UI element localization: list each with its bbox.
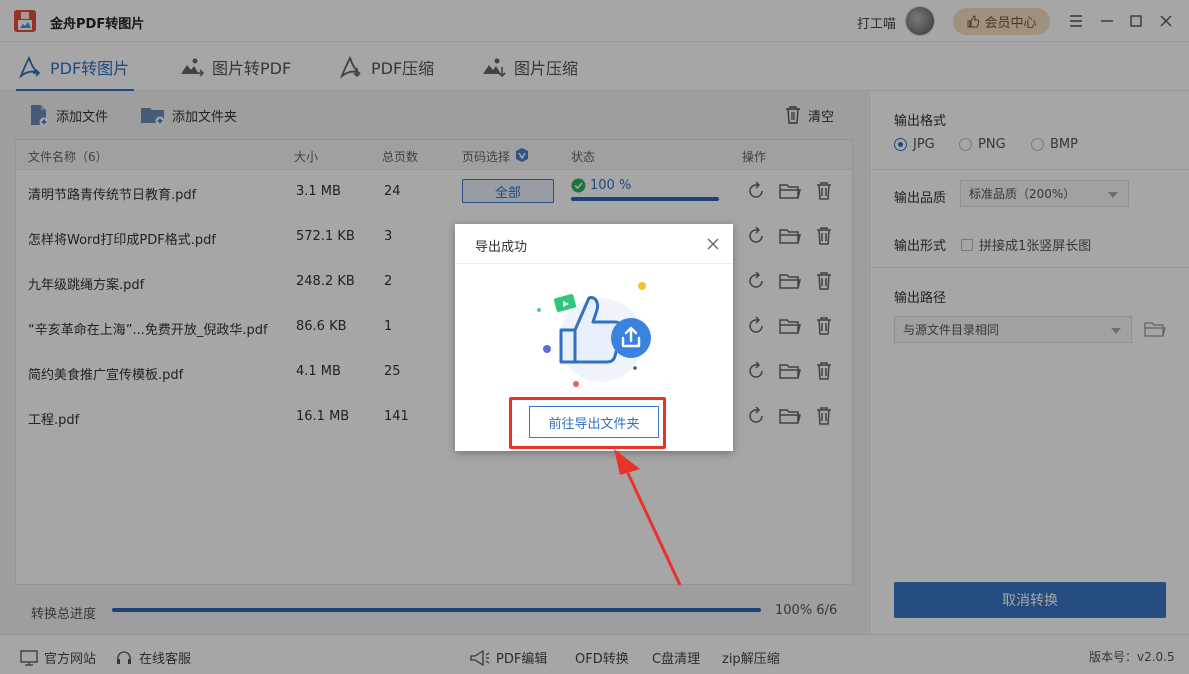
annotation-arrow-icon	[614, 449, 682, 586]
thumbs-up-illustration-icon	[537, 282, 651, 387]
highlight-box	[509, 397, 666, 449]
dialog-title: 导出成功	[475, 240, 528, 255]
dialog-header: 导出成功	[455, 224, 733, 264]
close-icon[interactable]	[705, 236, 721, 252]
